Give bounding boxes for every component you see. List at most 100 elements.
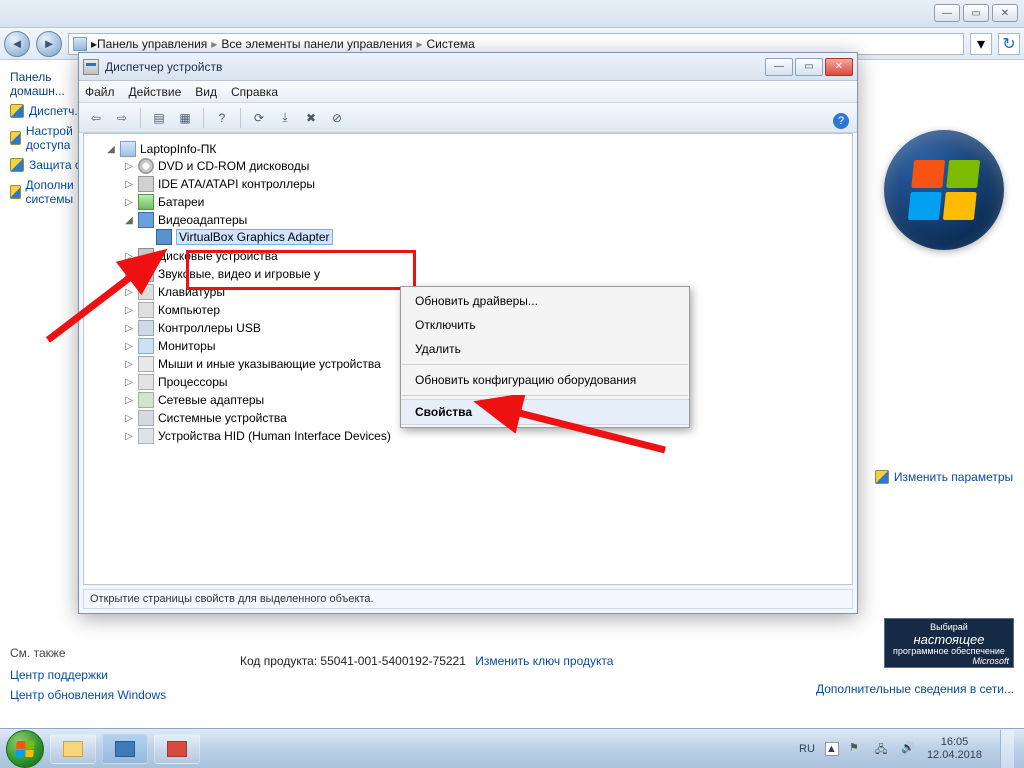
hdd-icon [138, 248, 154, 264]
ctx-item[interactable]: Свойства [401, 399, 689, 425]
mouse-icon [138, 356, 154, 372]
tree-label: DVD и CD-ROM дисководы [158, 159, 309, 173]
taskbar-control-panel[interactable] [102, 734, 148, 764]
tray-flag-icon[interactable]: ▲ [825, 742, 839, 756]
vid-icon [138, 212, 154, 228]
tray-action-center-icon[interactable]: ⚑ [849, 741, 865, 757]
menu-view[interactable]: Вид [195, 85, 217, 99]
start-button[interactable] [6, 730, 44, 768]
taskbar-app[interactable] [154, 734, 200, 764]
tree-category[interactable]: ◢Видеоадаптеры [124, 212, 848, 228]
computer-icon [120, 141, 136, 157]
taskbar: RU ▲ ⚑ 🖧 🔊 16:05 12.04.2018 [0, 728, 1024, 768]
tree-category[interactable]: ▷Звуковые, видео и игровые у [124, 266, 848, 282]
tree-label: LaptopInfo-ПК [140, 142, 216, 156]
tree-label: Дисковые устройства [158, 249, 278, 263]
tree-label: Компьютер [158, 303, 220, 317]
kbd-icon [138, 284, 154, 300]
mon-icon [138, 338, 154, 354]
net-icon [138, 392, 154, 408]
change-params-link[interactable]: Изменить параметры [875, 470, 1013, 484]
disc-icon [138, 158, 154, 174]
change-product-key-link[interactable]: Изменить ключ продукта [475, 654, 613, 668]
tree-category[interactable]: ▷Батареи [124, 194, 848, 210]
more-online-link[interactable]: Дополнительные сведения в сети... [816, 682, 1014, 696]
folder-icon [63, 741, 83, 757]
shield-icon [10, 104, 24, 118]
breadcrumb-item[interactable]: Панель управления [97, 37, 207, 51]
tray-volume-icon[interactable]: 🔊 [901, 741, 917, 757]
see-also-support[interactable]: Центр поддержки [10, 668, 166, 682]
tree-category[interactable]: ▷Устройства HID (Human Interface Devices… [124, 428, 848, 444]
ctx-item[interactable]: Удалить [401, 337, 689, 361]
tb-uninstall[interactable]: ✖ [300, 107, 322, 129]
cpu-icon [138, 302, 154, 318]
show-desktop-button[interactable] [1000, 730, 1014, 768]
tree-label: Видеоадаптеры [158, 213, 247, 227]
host-minimize-button[interactable]: — [934, 4, 960, 22]
tree-label: Устройства HID (Human Interface Devices) [158, 429, 391, 443]
tb-fwd[interactable]: ⇨ [111, 107, 133, 129]
nav-forward-button[interactable]: ► [36, 31, 62, 57]
tray-clock[interactable]: 16:05 12.04.2018 [927, 736, 982, 760]
tree-root-node[interactable]: ◢LaptopInfo-ПК [106, 141, 848, 157]
windows-logo-orb [884, 130, 1004, 250]
computer-icon [73, 37, 87, 51]
genuine-ms-badge: Выбирай настоящее программное обеспечени… [884, 618, 1014, 668]
tree-label: Процессоры [158, 375, 228, 389]
tree-label: Сетевые адаптеры [158, 393, 264, 407]
menu-action[interactable]: Действие [129, 85, 182, 99]
tb-show-hidden[interactable]: ▤ [148, 107, 170, 129]
snd-icon [138, 266, 154, 282]
cp-icon [115, 741, 135, 757]
menu-file[interactable]: Файл [85, 85, 115, 99]
shield-icon [10, 185, 21, 199]
tray-network-icon[interactable]: 🖧 [875, 741, 891, 757]
tb-update[interactable]: ⤓ [274, 107, 296, 129]
tree-category[interactable]: ▷Дисковые устройства [124, 248, 848, 264]
ctx-item[interactable]: Обновить драйверы... [401, 289, 689, 313]
sys-icon [138, 410, 154, 426]
tree-label: Мониторы [158, 339, 215, 353]
tb-properties[interactable]: ▦ [174, 107, 196, 129]
adapter-icon [156, 229, 172, 245]
breadcrumb-item[interactable]: Система [426, 37, 474, 51]
nav-back-button[interactable]: ◄ [4, 31, 30, 57]
tree-label: Контроллеры USB [158, 321, 261, 335]
tree-category[interactable]: ▷IDE ATA/ATAPI контроллеры [124, 176, 848, 192]
tray-lang[interactable]: RU [799, 743, 815, 755]
host-close-button[interactable]: ✕ [992, 4, 1018, 22]
shield-icon [10, 158, 24, 172]
dm-titlebar[interactable]: Диспетчер устройств — ▭ ✕ [79, 53, 857, 81]
tree-label: VirtualBox Graphics Adapter [176, 229, 333, 245]
tree-device[interactable]: VirtualBox Graphics Adapter [142, 229, 848, 245]
taskbar-explorer[interactable] [50, 734, 96, 764]
usb-icon [138, 320, 154, 336]
dm-maximize-button[interactable]: ▭ [795, 58, 823, 76]
refresh-button[interactable]: ↻ [998, 33, 1020, 55]
proc-icon [138, 374, 154, 390]
dm-close-button[interactable]: ✕ [825, 58, 853, 76]
dm-statusbar: Открытие страницы свойств для выделенног… [83, 589, 853, 609]
tb-back[interactable]: ⇦ [85, 107, 107, 129]
hid-icon [138, 428, 154, 444]
system-tray: RU ▲ ⚑ 🖧 🔊 16:05 12.04.2018 [799, 730, 1018, 768]
dm-minimize-button[interactable]: — [765, 58, 793, 76]
ctx-item[interactable]: Обновить конфигурацию оборудования [401, 368, 689, 392]
help-icon[interactable]: ? [833, 113, 849, 129]
see-also-title: См. также [10, 646, 166, 660]
tb-disable[interactable]: ⊘ [326, 107, 348, 129]
tb-scan[interactable]: ⟳ [248, 107, 270, 129]
shield-icon [10, 131, 21, 145]
ide-icon [138, 176, 154, 192]
ctx-item[interactable]: Отключить [401, 313, 689, 337]
tree-category[interactable]: ▷DVD и CD-ROM дисководы [124, 158, 848, 174]
host-maximize-button[interactable]: ▭ [963, 4, 989, 22]
dm-title-text: Диспетчер устройств [105, 60, 765, 74]
see-also-update[interactable]: Центр обновления Windows [10, 688, 166, 702]
menu-help[interactable]: Справка [231, 85, 278, 99]
breadcrumb-item[interactable]: Все элементы панели управления [221, 37, 412, 51]
tb-help[interactable]: ? [211, 107, 233, 129]
breadcrumb-dropdown[interactable]: ▾ [970, 33, 992, 55]
tree-label: Клавиатуры [158, 285, 225, 299]
